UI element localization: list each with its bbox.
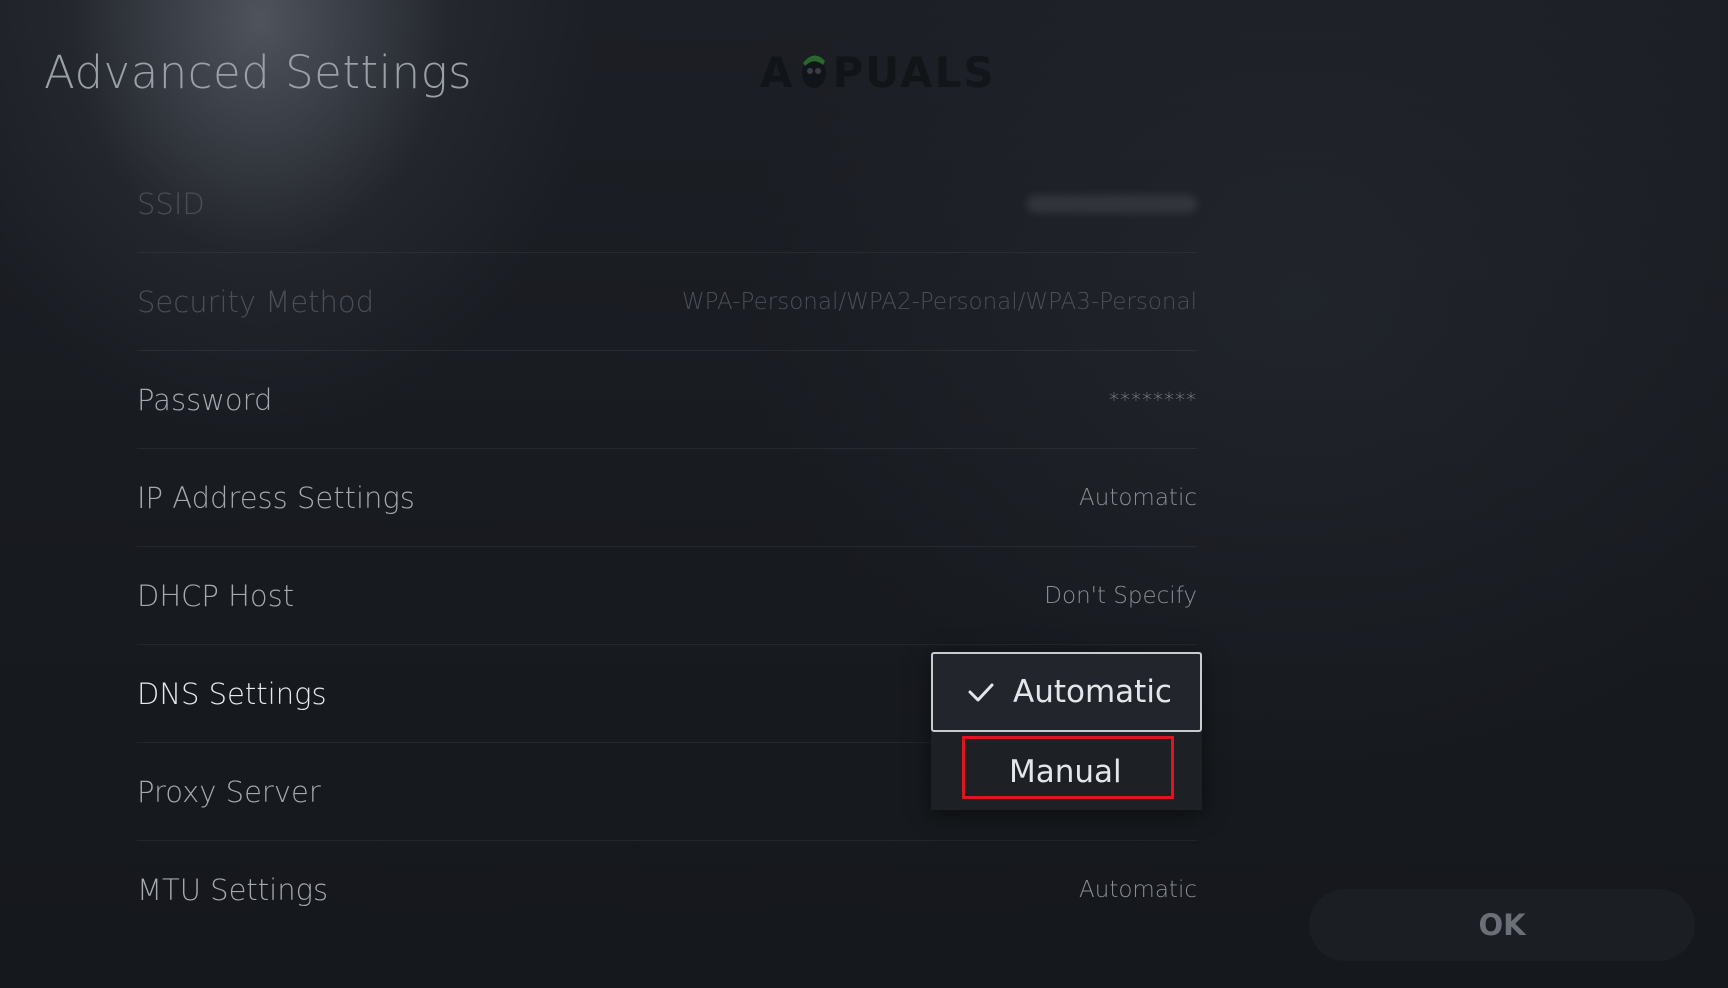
setting-value: Automatic <box>1079 484 1197 511</box>
check-icon <box>957 668 1005 716</box>
setting-label: DHCP Host <box>137 578 295 613</box>
setting-row-ip-address[interactable]: IP Address Settings Automatic <box>137 449 1197 547</box>
setting-row-ssid: SSID <box>137 155 1197 253</box>
dropdown-option-manual[interactable]: Manual <box>931 732 1202 812</box>
setting-label: IP Address Settings <box>137 480 415 515</box>
setting-value: Don't Specify <box>1044 582 1197 609</box>
dropdown-option-label: Automatic <box>1013 674 1172 710</box>
setting-value: ******** <box>1109 387 1197 412</box>
setting-label: SSID <box>137 186 205 221</box>
mascot-icon <box>797 49 831 91</box>
page-title: Advanced Settings <box>44 46 473 99</box>
ssid-value-redacted <box>1027 194 1197 213</box>
setting-label: Proxy Server <box>137 774 321 809</box>
setting-label: Security Method <box>137 284 375 319</box>
appuals-watermark-logo: A PUALS <box>760 48 996 97</box>
setting-row-security-method: Security Method WPA-Personal/WPA2-Person… <box>137 253 1197 351</box>
setting-label: Password <box>137 382 273 417</box>
setting-value: Automatic <box>1079 876 1197 903</box>
dns-settings-dropdown: Automatic Manual <box>931 652 1202 810</box>
setting-label: MTU Settings <box>137 872 329 907</box>
setting-row-password[interactable]: Password ******** <box>137 351 1197 449</box>
dropdown-option-label: Manual <box>1009 754 1122 790</box>
dropdown-option-automatic[interactable]: Automatic <box>931 652 1202 732</box>
setting-value: WPA-Personal/WPA2-Personal/WPA3-Personal <box>681 288 1197 315</box>
setting-row-mtu-settings[interactable]: MTU Settings Automatic <box>137 841 1197 938</box>
setting-row-dhcp-host[interactable]: DHCP Host Don't Specify <box>137 547 1197 645</box>
setting-label: DNS Settings <box>137 676 327 711</box>
watermark-text: A PUALS <box>760 48 996 97</box>
ok-button[interactable]: OK <box>1309 889 1695 961</box>
settings-list: SSID Security Method WPA-Personal/WPA2-P… <box>137 155 1197 938</box>
